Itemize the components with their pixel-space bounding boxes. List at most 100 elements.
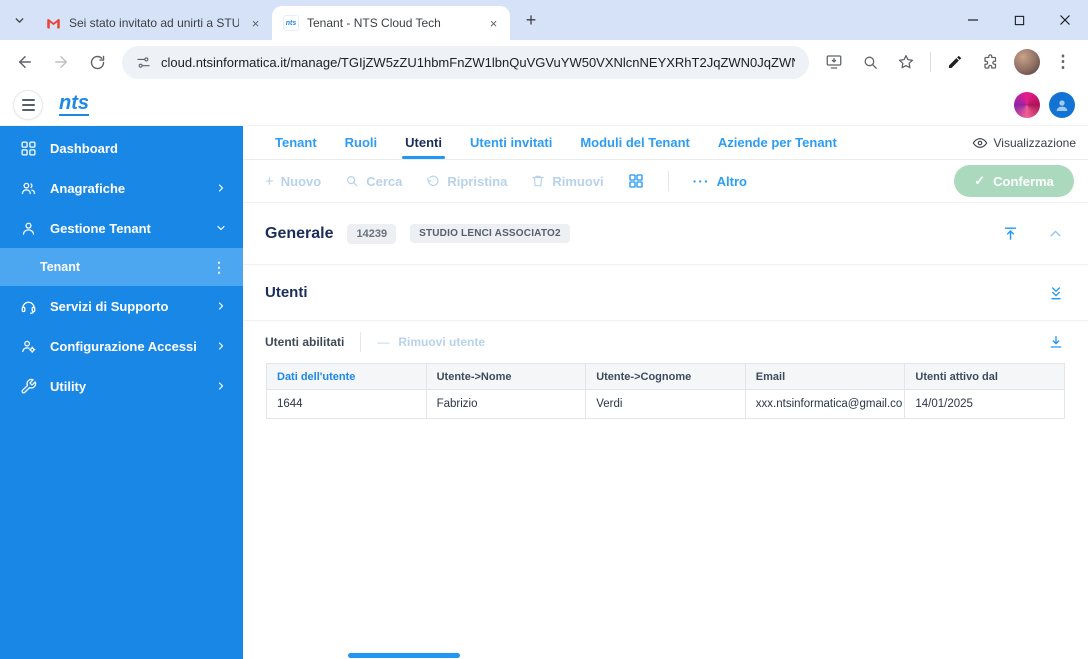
- person-icon: [20, 220, 37, 237]
- table-header-row: Dati dell'utente Utente->Nome Utente->Co…: [266, 363, 1065, 390]
- new-tab-button[interactable]: +: [518, 7, 544, 33]
- subtab-utenti-abilitati[interactable]: Utenti abilitati: [265, 335, 344, 349]
- sidebar-item-tenant[interactable]: Tenant ⋮: [0, 248, 243, 286]
- zoom-icon[interactable]: [853, 45, 887, 79]
- altro-button[interactable]: ··· Altro: [693, 173, 747, 189]
- user-avatar[interactable]: [1014, 91, 1040, 118]
- page-tabs: Tenant Ruoli Utenti Utenti invitati Modu…: [243, 126, 1088, 160]
- column-header-nome[interactable]: Utente->Nome: [425, 363, 587, 390]
- nts-logo: nts: [59, 92, 89, 116]
- edit-pencil-icon[interactable]: [938, 45, 972, 79]
- column-header-email[interactable]: Email: [744, 363, 906, 390]
- sidebar-item-gestione-tenant[interactable]: Gestione Tenant: [0, 208, 243, 248]
- rimuovi-label: Rimuovi: [552, 173, 604, 189]
- sidebar-item-servizi-di-supporto[interactable]: Servizi di Supporto: [0, 286, 243, 326]
- ellipsis-icon: ···: [692, 173, 710, 189]
- sidebar-item-anagrafiche[interactable]: Anagrafiche: [0, 168, 243, 208]
- close-tab-icon[interactable]: ×: [247, 15, 264, 32]
- check-icon: ✓: [974, 173, 986, 188]
- install-app-icon[interactable]: [817, 45, 851, 79]
- visualizzazione-toggle[interactable]: Visualizzazione: [972, 126, 1077, 159]
- gmail-icon: [45, 15, 61, 31]
- card-view-button[interactable]: [628, 173, 644, 189]
- conferma-button[interactable]: ✓ Conferma: [954, 165, 1074, 197]
- ripristina-label: Ripristina: [447, 173, 508, 189]
- sidebar-item-label: Dashboard: [50, 140, 118, 156]
- tab-aziende-per-tenant[interactable]: Aziende per Tenant: [704, 126, 851, 159]
- rimuovi-utente-button[interactable]: — Rimuovi utente: [377, 335, 485, 349]
- browser-tab-nts[interactable]: nts Tenant - NTS Cloud Tech ×: [272, 6, 510, 40]
- chevron-down-icon: [215, 222, 227, 234]
- person-gear-icon: [20, 338, 37, 355]
- search-icon: [345, 174, 359, 188]
- browser-menu-kebab-icon[interactable]: ⋮: [1046, 45, 1080, 79]
- sidebar-item-label: Gestione Tenant: [50, 220, 151, 236]
- reload-button[interactable]: [80, 45, 114, 79]
- expand-all-icon[interactable]: [1048, 285, 1064, 301]
- column-header-dati-utente[interactable]: Dati dell'utente: [266, 363, 427, 390]
- address-bar[interactable]: cloud.ntsinformatica.it/manage/TGIjZW5zZ…: [122, 45, 809, 79]
- sidebar-item-label: Utility: [50, 378, 87, 394]
- site-settings-icon[interactable]: [136, 55, 151, 70]
- altro-label: Altro: [716, 173, 747, 189]
- account-avatar-icon[interactable]: [1049, 91, 1075, 118]
- nuovo-label: Nuovo: [280, 173, 322, 189]
- undo-icon: [426, 174, 440, 188]
- wrench-icon: [20, 378, 37, 395]
- extensions-puzzle-icon[interactable]: [974, 45, 1008, 79]
- sidebar-item-utility[interactable]: Utility: [0, 366, 243, 406]
- minimize-button[interactable]: [950, 0, 996, 40]
- visualizzazione-label: Visualizzazione: [993, 135, 1077, 150]
- sidebar-item-configurazione-accessi[interactable]: Configurazione Accessi: [0, 326, 243, 366]
- tenant-name-badge: STUDIO LENCI ASSOCIATO2: [410, 224, 570, 243]
- hamburger-menu-icon[interactable]: [13, 89, 43, 120]
- rimuovi-button[interactable]: Rimuovi: [531, 173, 604, 189]
- rimuovi-utente-label: Rimuovi utente: [398, 335, 486, 349]
- chevron-right-icon: [215, 182, 227, 194]
- column-header-cognome[interactable]: Utente->Cognome: [585, 363, 746, 390]
- trash-icon: [531, 174, 545, 188]
- ripristina-button[interactable]: Ripristina: [426, 174, 507, 189]
- cerca-label: Cerca: [366, 173, 403, 189]
- scroll-to-top-icon[interactable]: [1002, 225, 1019, 242]
- browser-tab-gmail[interactable]: Sei stato invitato ad unirti a STU ×: [34, 6, 272, 40]
- close-tab-icon[interactable]: ×: [485, 15, 502, 32]
- tab-moduli-del-tenant[interactable]: Moduli del Tenant: [566, 126, 704, 159]
- download-icon[interactable]: [1048, 334, 1064, 350]
- sidebar-item-dashboard[interactable]: Dashboard: [0, 128, 243, 168]
- sidebar-item-label: Tenant: [40, 260, 81, 274]
- utenti-subtoolbar: Utenti abilitati — Rimuovi utente: [243, 321, 1088, 363]
- nts-favicon-icon: nts: [283, 15, 299, 31]
- table-row[interactable]: 1644 Fabrizio Verdi xxx.ntsinformatica@g…: [266, 389, 1065, 419]
- horizontal-scrollbar-thumb[interactable]: [348, 653, 460, 658]
- back-button[interactable]: [8, 45, 42, 79]
- tab-ruoli[interactable]: Ruoli: [331, 126, 392, 159]
- maximize-button[interactable]: [996, 0, 1042, 40]
- people-icon: [20, 180, 37, 197]
- url-text: cloud.ntsinformatica.it/manage/TGIjZW5zZ…: [161, 54, 795, 70]
- eye-icon: [972, 135, 988, 151]
- cerca-button[interactable]: Cerca: [345, 174, 402, 189]
- users-table: Dati dell'utente Utente->Nome Utente->Co…: [266, 363, 1065, 419]
- column-header-attivo-dal[interactable]: Utenti attivo dal: [904, 363, 1065, 390]
- minus-icon: —: [377, 335, 390, 349]
- close-window-button[interactable]: [1042, 0, 1088, 40]
- chevron-right-icon: [215, 340, 227, 352]
- profile-avatar[interactable]: [1014, 49, 1040, 75]
- plus-icon: +: [265, 172, 274, 190]
- collapse-section-icon[interactable]: [1047, 225, 1064, 242]
- tab-list-chevron-icon[interactable]: [6, 7, 32, 33]
- tab-tenant[interactable]: Tenant: [261, 126, 331, 159]
- browser-nav-toolbar: cloud.ntsinformatica.it/manage/TGIjZW5zZ…: [0, 40, 1088, 84]
- kebab-menu-icon[interactable]: ⋮: [212, 259, 227, 276]
- toolbar-divider: [930, 52, 931, 72]
- nuovo-button[interactable]: + Nuovo: [265, 173, 321, 190]
- forward-button[interactable]: [44, 45, 78, 79]
- cell-attivo-dal: 14/01/2025: [904, 389, 1065, 419]
- tab-utenti-invitati[interactable]: Utenti invitati: [456, 126, 566, 159]
- browser-titlebar: Sei stato invitato ad unirti a STU × nts…: [0, 0, 1088, 40]
- tab-utenti[interactable]: Utenti: [391, 126, 456, 159]
- main-content: Tenant Ruoli Utenti Utenti invitati Modu…: [243, 126, 1088, 659]
- app-body: Dashboard Anagrafiche Gestione Tenant Te…: [0, 126, 1088, 659]
- bookmark-star-icon[interactable]: [889, 45, 923, 79]
